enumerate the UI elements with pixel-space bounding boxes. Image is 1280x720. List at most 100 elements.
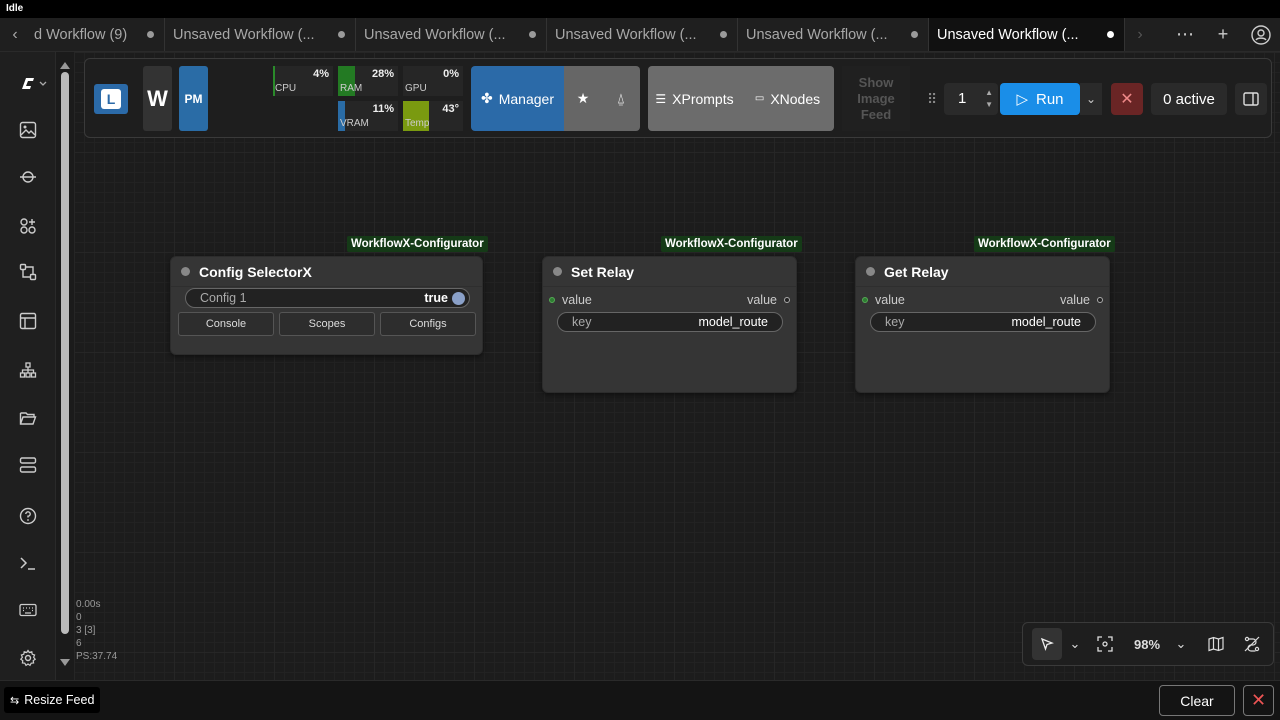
active-queue-count[interactable]: 0 active [1151,83,1227,115]
input-dot-icon[interactable] [549,297,555,303]
widget-value: true [424,291,448,305]
models-icon[interactable] [18,167,38,187]
hierarchy-icon[interactable] [18,360,38,380]
xnodes-button[interactable]: ▭ XNodes [741,66,834,131]
tab-workflow-2[interactable]: Unsaved Workflow (... [165,18,356,51]
console-button[interactable]: Console [178,312,274,336]
tab-scroll-left-icon[interactable]: ‹ [0,18,30,51]
w-logo-button[interactable]: W [143,66,172,131]
tab-workflow-active[interactable]: Unsaved Workflow (... [929,18,1125,51]
tab-workflow-5[interactable]: Unsaved Workflow (... [738,18,929,51]
run-button[interactable]: ▷ Run [1000,83,1080,115]
tab-scroll-right-icon[interactable]: › [1125,18,1155,51]
tab-workflow-1[interactable]: d Workflow (9) [30,18,165,51]
vram-value: 11% [372,103,394,115]
get-relay-node[interactable]: Get Relay value value key model_route [855,256,1110,393]
stats-line: PS:37.74 [76,651,118,662]
folder-icon[interactable] [18,408,38,428]
help-icon[interactable] [18,506,38,526]
scroll-down-icon[interactable] [60,659,70,666]
run-label: Run [1036,90,1064,108]
user-icon[interactable] [1242,18,1280,52]
keyboard-icon[interactable] [18,600,38,620]
gpu-value: 0% [443,68,459,80]
settings-gear-icon[interactable] [18,648,38,668]
set-relay-node[interactable]: Set Relay value value key model_route [542,256,797,393]
widget-label: key [885,315,905,329]
tab-workflow-4[interactable]: Unsaved Workflow (... [547,18,738,51]
l-logo-button[interactable]: L [94,84,128,114]
pm-logo-button[interactable]: PM [179,66,208,131]
workflows-icon[interactable] [18,262,38,282]
select-tool-icon[interactable] [1032,628,1062,660]
key-text-widget[interactable]: key model_route [557,312,783,332]
unsaved-dot-icon [147,31,154,38]
new-tab-icon[interactable]: + [1204,18,1242,52]
node-header[interactable]: Config SelectorX [171,257,482,287]
collapse-dot-icon[interactable] [553,267,562,276]
run-options-chevron-icon[interactable]: ⌄ [1080,83,1102,115]
hide-links-icon[interactable] [1234,628,1270,660]
show-image-feed-button[interactable]: Show Image Feed [842,66,910,131]
share-button[interactable]: ⍙ [602,66,640,131]
node-header[interactable]: Get Relay [856,257,1109,287]
star-button[interactable]: ★ [564,66,602,131]
node-header[interactable]: Set Relay [543,257,796,287]
close-feed-button[interactable]: ✕ [1243,685,1274,716]
toggle-panel-button[interactable] [1235,83,1267,115]
input-slot[interactable]: value [549,293,592,307]
templates-icon[interactable] [18,311,38,331]
manager-button[interactable]: ✤ Manager [471,66,564,131]
stepper-arrows-icon[interactable]: ▲ ▼ [985,87,993,111]
configs-button[interactable]: Configs [380,312,476,336]
tab-label: d Workflow (9) [34,26,128,43]
fit-view-icon[interactable] [1088,628,1122,660]
scroll-thumb[interactable] [61,72,69,634]
input-dot-icon[interactable] [862,297,868,303]
toggle-knob-icon[interactable] [452,291,465,305]
input-label: value [875,293,905,307]
node-title: Get Relay [884,263,949,280]
output-slot[interactable]: value [747,293,790,307]
collapse-dot-icon[interactable] [866,267,875,276]
tab-label: Unsaved Workflow (... [746,26,888,43]
output-slot[interactable]: value [1060,293,1103,307]
zoom-level[interactable]: 98% [1122,628,1172,660]
widget-label: key [572,315,592,329]
scroll-up-icon[interactable] [60,62,70,69]
key-text-widget[interactable]: key model_route [870,312,1096,332]
resize-feed-button[interactable]: ⇆ Resize Feed [4,687,101,713]
tab-label: Unsaved Workflow (... [555,26,697,43]
drag-handle-icon[interactable]: ⠿ [927,91,937,108]
more-options-icon[interactable]: ⋯ [1166,18,1204,52]
node-library-icon[interactable] [18,216,38,236]
scopes-button[interactable]: Scopes [279,312,375,336]
terminal-icon[interactable] [18,553,38,573]
unsaved-dot-icon [338,31,345,38]
config-toggle-widget[interactable]: Config 1 true [185,288,470,308]
tab-bar: ‹ d Workflow (9) Unsaved Workflow (... U… [0,18,1280,52]
output-dot-icon[interactable] [1097,297,1103,303]
cancel-run-button[interactable]: ✕ [1111,83,1143,115]
puzzle-icon: ✤ [481,90,493,106]
output-dot-icon[interactable] [784,297,790,303]
xprompts-button[interactable]: ☰ XPrompts [648,66,741,131]
node-badge: WorkflowX-Configurator [661,236,802,252]
close-icon: ✕ [1250,690,1267,710]
comfy-logo-icon[interactable] [18,74,48,94]
tool-chevron-down-icon[interactable]: ⌄ [1062,628,1088,660]
batch-count-input[interactable]: 1 ▲ ▼ [944,83,998,115]
stats-line: 6 [76,638,82,649]
tab-workflow-3[interactable]: Unsaved Workflow (... [356,18,547,51]
images-icon[interactable] [18,120,38,140]
sidebar [0,52,56,680]
input-slot[interactable]: value [862,293,905,307]
config-selector-node[interactable]: Config SelectorX Config 1 true Console S… [170,256,483,355]
collapse-dot-icon[interactable] [181,267,190,276]
queue-icon[interactable] [18,455,38,475]
sidebar-scrollbar[interactable] [58,58,72,668]
clear-button[interactable]: Clear [1159,685,1235,716]
minimap-icon[interactable] [1198,628,1234,660]
ram-label: RAM [340,83,363,94]
zoom-chevron-down-icon[interactable]: ⌄ [1172,628,1190,660]
